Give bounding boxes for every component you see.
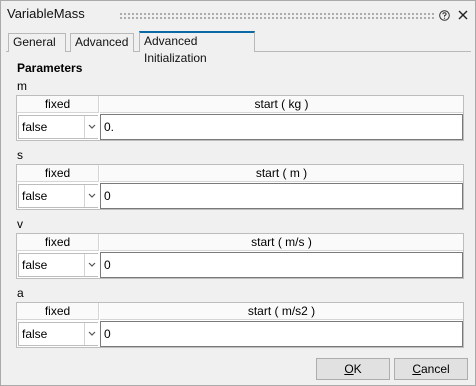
start-input-v[interactable]: 0 [100,252,463,278]
fixed-column-header: fixed [17,234,99,251]
start-input-m[interactable]: 0. [100,114,463,140]
ok-button[interactable]: OK [316,358,390,380]
window-title: VariableMass [7,6,85,21]
ok-mnemonic: O [344,362,354,376]
title-bar[interactable]: VariableMass [1,1,475,27]
start-input-a[interactable]: 0 [100,321,463,347]
dropdown-button[interactable] [84,116,98,138]
param-grid-v: fixed start ( m/s ) false 0 [16,233,464,279]
fixed-select-value: false [22,189,48,203]
title-drag-grip[interactable] [119,12,434,20]
start-column-header: start ( m/s2 ) [100,303,463,320]
fixed-select-v[interactable]: false [18,253,98,277]
start-input-value: 0. [104,120,115,134]
start-column-header: start ( kg ) [100,96,463,113]
tab-advanced[interactable]: Advanced [70,33,134,52]
parameters-heading: Parameters [17,61,83,75]
fixed-select-a[interactable]: false [18,322,98,346]
chevron-down-icon [88,124,96,129]
close-icon[interactable] [456,8,470,22]
fixed-column-header: fixed [17,165,99,182]
fixed-select-s[interactable]: false [18,184,98,208]
chevron-down-icon [88,262,96,267]
tab-advanced-initialization-label: Advanced Initialization [144,34,207,65]
tab-advanced-initialization[interactable]: Advanced Initialization [139,31,255,65]
start-input-s[interactable]: 0 [100,183,463,209]
fixed-select-value: false [22,327,48,341]
start-column-header: start ( m/s ) [100,234,463,251]
fixed-select-value: false [22,120,48,134]
dropdown-button[interactable] [84,254,98,276]
fixed-select-m[interactable]: false [18,115,98,139]
param-grid-m: fixed start ( kg ) false 0. [16,95,464,141]
ok-label-rest: K [353,362,362,376]
dropdown-button[interactable] [84,185,98,207]
cancel-label-rest: ancel [420,362,450,376]
param-label-m: m [17,79,27,93]
param-grid-a: fixed start ( m/s2 ) false 0 [16,302,464,348]
param-label-v: v [17,217,23,231]
start-input-value: 0 [104,327,111,341]
start-input-value: 0 [104,258,111,272]
start-column-header: start ( m ) [100,165,463,182]
fixed-select-value: false [22,258,48,272]
start-input-value: 0 [104,189,111,203]
tab-advanced-label: Advanced [75,35,129,49]
param-label-s: s [17,148,23,162]
tab-general-label: General [13,35,56,49]
cancel-button[interactable]: Cancel [394,358,468,380]
chevron-down-icon [88,193,96,198]
param-grid-s: fixed start ( m ) false 0 [16,164,464,210]
tab-general[interactable]: General [8,33,66,52]
param-label-a: a [17,286,24,300]
dropdown-button[interactable] [84,323,98,345]
help-icon[interactable] [439,10,450,21]
cancel-mnemonic: C [412,362,421,376]
chevron-down-icon [88,331,96,336]
fixed-column-header: fixed [17,303,99,320]
dialog-window: VariableMass General Advanced Advanced I… [0,0,476,386]
fixed-column-header: fixed [17,96,99,113]
